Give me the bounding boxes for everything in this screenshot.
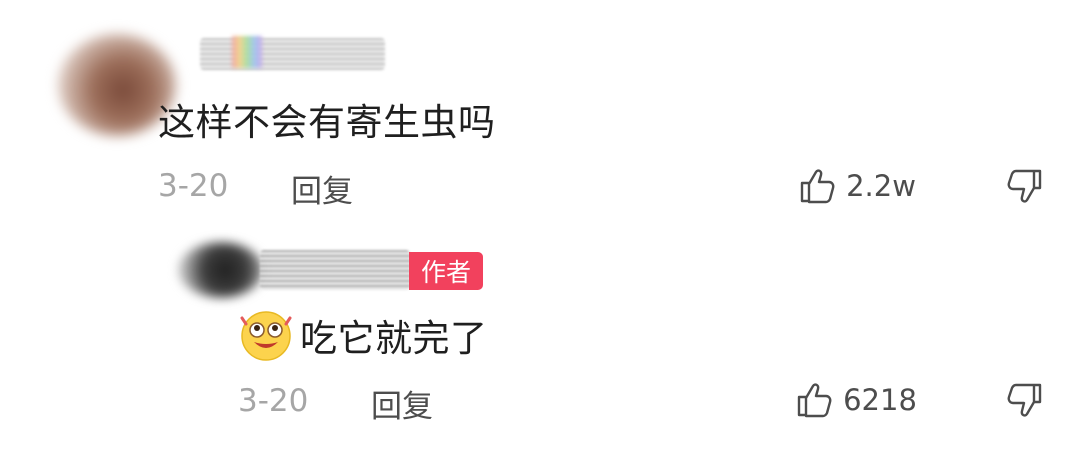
thumbs-up-icon: [799, 168, 837, 204]
dislike-button[interactable]: [1002, 168, 1042, 210]
reply-username-blurred[interactable]: [260, 250, 410, 290]
comment-text: 这样不会有寄生虫吗: [158, 101, 496, 144]
thumbs-down-icon: [1002, 382, 1042, 420]
user-badge: [232, 36, 262, 68]
comment-date: 3-20: [158, 168, 229, 204]
thumbs-up-icon: [796, 382, 834, 418]
like-button[interactable]: 2.2w: [799, 168, 916, 204]
thumbs-down-icon: [1002, 168, 1042, 206]
reply-dislike-button[interactable]: [1002, 382, 1042, 424]
reply-like-count: 6218: [843, 383, 917, 417]
reply-date: 3-20: [238, 383, 309, 419]
reply-avatar[interactable]: [178, 242, 264, 298]
username-blurred[interactable]: [200, 38, 385, 70]
reply-text: 吃它就完了: [300, 317, 488, 360]
crying-laughing-emoji: [238, 306, 294, 362]
author-badge: 作者: [409, 252, 483, 290]
like-count: 2.2w: [846, 169, 916, 203]
reply-reply-button[interactable]: 回复: [371, 381, 433, 426]
reply-button[interactable]: 回复: [291, 166, 353, 211]
reply-like-button[interactable]: 6218: [796, 382, 917, 418]
